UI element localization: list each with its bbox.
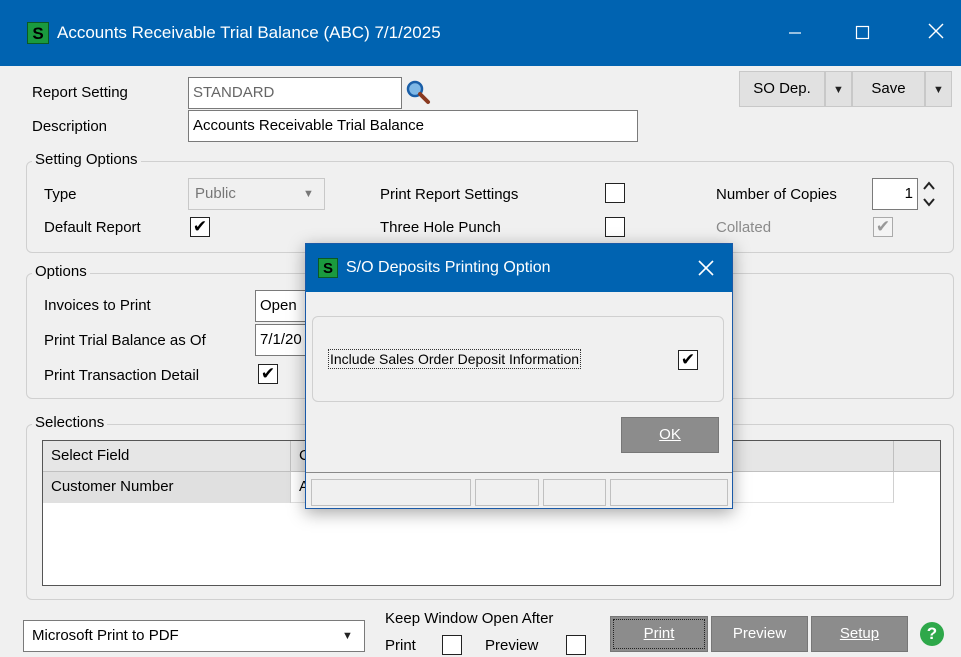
report-setting-label: Report Setting (32, 84, 128, 101)
report-setting-input[interactable]: STANDARD (188, 77, 402, 109)
dialog-title-bar: S S/O Deposits Printing Option (306, 244, 732, 292)
sage-app-icon: S (318, 258, 338, 278)
printer-select[interactable]: Microsoft Print to PDF ▼ (23, 620, 365, 652)
description-label: Description (32, 118, 108, 135)
spinner-up-down-icon (923, 181, 935, 207)
grid-header-filler (894, 441, 940, 472)
include-deposit-info-checkbox[interactable]: ✔ (678, 350, 698, 370)
table-row-select-field-cell[interactable]: Customer Number (43, 472, 291, 503)
so-dep-button[interactable]: SO Dep. (739, 71, 825, 107)
window-title-bar: S Accounts Receivable Trial Balance (ABC… (0, 0, 961, 66)
dialog-ok-button[interactable]: OK (621, 417, 719, 453)
help-icon[interactable]: ? (920, 622, 944, 646)
default-report-label: Default Report (44, 219, 141, 236)
close-icon (928, 23, 944, 39)
keep-window-open-label: Keep Window Open After (385, 610, 554, 627)
include-deposit-info-label[interactable]: Include Sales Order Deposit Information (327, 349, 582, 369)
report-setting-lookup-button[interactable] (404, 78, 432, 106)
maximize-button[interactable] (842, 19, 882, 49)
close-icon (698, 260, 714, 276)
number-of-copies-input[interactable]: 1 (872, 178, 918, 210)
default-report-checkbox[interactable]: ✔ (190, 217, 210, 237)
window-title: Accounts Receivable Trial Balance (ABC) … (57, 23, 441, 42)
caret-down-icon: ▼ (933, 84, 944, 96)
print-transaction-detail-label: Print Transaction Detail (44, 367, 200, 384)
caret-down-icon: ▼ (833, 84, 844, 96)
preview-button[interactable]: Preview (711, 616, 808, 652)
print-button[interactable]: Print (610, 616, 708, 652)
preview-button-label: Preview (732, 625, 787, 642)
dialog-status-bar (306, 472, 732, 508)
close-window-button[interactable] (916, 19, 956, 49)
type-select[interactable]: Public ▼ (188, 178, 325, 210)
status-pane (475, 479, 539, 506)
print-report-settings-label: Print Report Settings (380, 186, 519, 203)
keep-open-print-checkbox[interactable] (442, 635, 462, 655)
description-input[interactable]: Accounts Receivable Trial Balance (188, 110, 638, 142)
maximize-icon (855, 25, 870, 40)
grid-header-select-field[interactable]: Select Field (43, 441, 291, 472)
so-dep-button-label: SO Dep. (753, 80, 811, 97)
collated-label: Collated (716, 219, 772, 236)
minimize-button[interactable] (775, 19, 815, 49)
setting-options-title: Setting Options (32, 151, 141, 168)
print-button-label: Print (643, 625, 675, 642)
keep-open-preview-checkbox[interactable] (566, 635, 586, 655)
three-hole-punch-label: Three Hole Punch (380, 219, 501, 236)
type-select-value: Public (195, 185, 236, 202)
setup-button[interactable]: Setup (811, 616, 908, 652)
number-of-copies-spinner[interactable] (920, 178, 938, 210)
three-hole-punch-checkbox[interactable] (605, 217, 625, 237)
keep-open-print-label: Print (385, 637, 416, 654)
sage-app-icon: S (27, 22, 49, 44)
setting-options-group (26, 161, 954, 253)
magnifier-icon (406, 80, 430, 104)
save-button[interactable]: Save (852, 71, 925, 107)
save-dropdown-button[interactable]: ▼ (925, 71, 952, 107)
status-pane (543, 479, 606, 506)
setup-button-label: Setup (839, 625, 880, 642)
status-pane (311, 479, 471, 506)
so-deposits-dialog: S S/O Deposits Printing Option Include S… (305, 243, 733, 509)
print-report-settings-checkbox[interactable] (605, 183, 625, 203)
print-trial-balance-label: Print Trial Balance as Of (44, 332, 206, 349)
collated-checkbox[interactable]: ✔ (873, 217, 893, 237)
caret-down-icon: ▼ (342, 630, 353, 642)
invoices-to-print-label: Invoices to Print (44, 297, 151, 314)
save-button-label: Save (871, 80, 906, 97)
printer-select-value: Microsoft Print to PDF (32, 627, 179, 644)
caret-down-icon: ▼ (303, 188, 314, 200)
dialog-ok-button-label: OK (659, 426, 681, 443)
so-dep-dropdown-button[interactable]: ▼ (825, 71, 852, 107)
dialog-close-button[interactable] (696, 258, 716, 278)
keep-open-preview-label: Preview (485, 637, 539, 654)
selections-title: Selections (32, 414, 108, 431)
type-label: Type (44, 186, 77, 203)
dialog-title: S/O Deposits Printing Option (346, 259, 551, 276)
options-title: Options (32, 263, 90, 280)
status-pane (610, 479, 728, 506)
minimize-icon (789, 32, 801, 34)
print-transaction-detail-checkbox[interactable]: ✔ (258, 364, 278, 384)
number-of-copies-label: Number of Copies (716, 186, 837, 203)
